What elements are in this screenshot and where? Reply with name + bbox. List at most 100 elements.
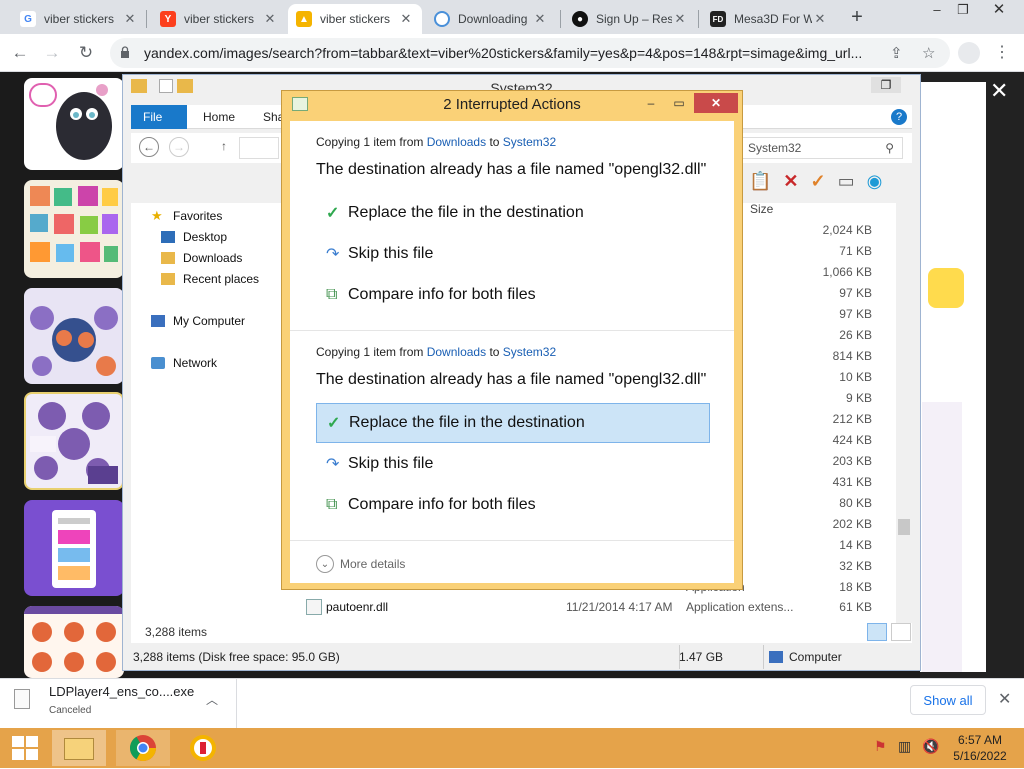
app-taskbar-button[interactable] <box>176 730 230 766</box>
properties-icon[interactable] <box>159 79 173 93</box>
search-input-text: System32 <box>748 141 802 155</box>
status-bar: 3,288 items (Disk free space: 95.0 GB) 1… <box>131 645 912 669</box>
browser-tab-5[interactable]: ● Sign Up – Res ✕ <box>564 4 696 34</box>
more-details-toggle[interactable]: ⌄ More details <box>316 555 405 573</box>
source-link[interactable]: Downloads <box>427 345 486 359</box>
sticker-thumbnail[interactable] <box>24 180 124 278</box>
chevron-up-icon[interactable]: ︿ <box>206 691 218 708</box>
back-icon[interactable]: ← <box>8 41 32 65</box>
source-link[interactable]: Downloads <box>427 135 486 149</box>
close-viewer-icon[interactable]: ✕ <box>990 78 1008 104</box>
nav-desktop[interactable]: Desktop <box>161 230 227 244</box>
close-tab-icon[interactable]: ✕ <box>532 11 548 27</box>
close-shelf-icon[interactable]: ✕ <box>998 689 1011 709</box>
dialog-minimize-icon[interactable]: – <box>638 93 664 113</box>
large-icons-view-icon[interactable] <box>891 623 911 641</box>
windows-start-icon[interactable] <box>12 736 38 760</box>
file-size: 203 KB <box>832 454 872 468</box>
browser-tab-1[interactable]: G viber stickers ✕ <box>12 4 146 34</box>
copy-source-line: Copying 1 item from Downloads to System3… <box>316 135 557 149</box>
url-text: yandex.com/images/search?from=tabbar&tex… <box>144 45 863 61</box>
sticker-thumbnail-selected[interactable] <box>24 392 124 490</box>
file-size: 71 KB <box>839 244 872 258</box>
show-all-button[interactable]: Show all <box>910 685 986 715</box>
volume-muted-icon[interactable]: 🔇 <box>922 738 939 755</box>
address-bar[interactable]: yandex.com/images/search?from=tabbar&tex… <box>110 38 950 68</box>
replace-file-button-selected[interactable]: ✓ Replace the file in the destination <box>316 403 710 443</box>
yandex-search-button[interactable] <box>928 268 964 308</box>
clipboard-icon[interactable]: 📋 <box>749 171 771 192</box>
sticker-thumbnail[interactable] <box>24 500 124 596</box>
globe-icon[interactable]: ◉ <box>867 171 883 192</box>
reload-icon[interactable]: ↻ <box>74 41 98 65</box>
download-filename[interactable]: LDPlayer4_ens_co....exe <box>49 684 194 699</box>
menu-kebab-icon[interactable]: ⋮ <box>994 42 1010 62</box>
help-icon[interactable]: ? <box>891 109 907 125</box>
file-list-scrollbar[interactable] <box>896 203 912 623</box>
sticker-thumbnail[interactable] <box>24 606 124 678</box>
nav-network[interactable]: Network <box>151 356 217 370</box>
tab-home[interactable]: Home <box>191 105 247 129</box>
action-center-flag-icon[interactable]: ⚑ <box>874 738 887 755</box>
nav-favorites[interactable]: ★ Favorites <box>151 209 222 223</box>
network-tray-icon[interactable]: ▥ <box>898 738 911 755</box>
nav-recent-places[interactable]: Recent places <box>161 272 259 286</box>
related-stickers-strip[interactable] <box>922 402 962 672</box>
new-folder-icon[interactable] <box>177 79 193 93</box>
download-status: Canceled <box>49 705 92 716</box>
search-input[interactable]: System32 ⚲ <box>739 137 903 159</box>
new-tab-button[interactable]: + <box>848 6 866 28</box>
replace-file-button[interactable]: ✓ Replace the file in the destination <box>316 193 710 233</box>
restore-window-icon[interactable]: ❐ <box>948 0 978 20</box>
compare-files-button[interactable]: ⧉ Compare info for both files <box>316 485 710 525</box>
scrollbar-thumb[interactable] <box>898 519 910 535</box>
explorer-forward-icon[interactable]: → <box>169 137 189 157</box>
close-window-icon[interactable]: ✕ <box>984 0 1014 20</box>
destination-link[interactable]: System32 <box>503 135 556 149</box>
close-tab-icon[interactable]: ✕ <box>122 11 138 27</box>
delete-icon[interactable]: ✕ <box>783 171 798 192</box>
nav-downloads[interactable]: Downloads <box>161 251 242 265</box>
close-tab-icon[interactable]: ✕ <box>672 11 688 27</box>
destination-link[interactable]: System32 <box>503 345 556 359</box>
rename-icon[interactable]: ▭ <box>838 171 855 192</box>
details-view-icon[interactable] <box>867 623 887 641</box>
sticker-thumbnail[interactable] <box>24 288 124 384</box>
table-row[interactable]: pautoenr.dll 11/21/2014 4:17 AM Applicat… <box>306 597 876 618</box>
dialog-maximize-icon[interactable]: ▭ <box>666 93 692 113</box>
file-size: 202 KB <box>832 517 872 531</box>
share-icon[interactable]: ⇪ <box>890 44 903 62</box>
bookmark-star-icon[interactable]: ☆ <box>922 44 935 62</box>
chrome-taskbar-button[interactable] <box>116 730 170 766</box>
forward-icon[interactable]: → <box>40 41 64 65</box>
file-explorer-taskbar-button[interactable] <box>52 730 106 766</box>
explorer-back-icon[interactable]: ← <box>139 137 159 157</box>
nav-my-computer[interactable]: My Computer <box>151 314 245 328</box>
browser-tab-6[interactable]: FD Mesa3D For W ✕ <box>702 4 836 34</box>
tab-label: viber stickers <box>320 12 391 26</box>
windows-taskbar: ⚑ ▥ 🔇 6:57 AM 5/16/2022 <box>0 728 1024 768</box>
restore-explorer-icon[interactable]: ❐ <box>871 77 901 93</box>
check-icon[interactable]: ✓ <box>811 171 826 192</box>
sticker-thumbnail[interactable] <box>24 78 124 170</box>
browser-tab-4[interactable]: Downloading ✕ <box>426 4 556 34</box>
compare-files-button[interactable]: ⧉ Compare info for both files <box>316 275 710 315</box>
breadcrumb[interactable] <box>239 137 279 159</box>
browser-tab-3-active[interactable]: ▲ viber stickers ✕ <box>288 4 422 34</box>
close-tab-icon[interactable]: ✕ <box>398 11 414 27</box>
tab-file[interactable]: File <box>131 105 187 129</box>
site-icon: ● <box>572 11 588 27</box>
close-tab-icon[interactable]: ✕ <box>812 11 828 27</box>
browser-tab-2[interactable]: Y viber stickers ✕ <box>152 4 286 34</box>
dialog-close-icon[interactable]: ✕ <box>694 93 738 113</box>
app-icon <box>190 735 216 761</box>
file-size: 2,024 KB <box>822 223 872 237</box>
size-column-header[interactable]: Size <box>750 199 773 220</box>
check-icon: ✓ <box>327 415 341 432</box>
profile-avatar[interactable] <box>958 42 980 64</box>
skip-file-button[interactable]: ↷ Skip this file <box>316 234 710 274</box>
up-icon[interactable]: ↑ <box>221 139 227 153</box>
skip-file-button[interactable]: ↷ Skip this file <box>316 444 710 484</box>
system-clock[interactable]: 6:57 AM 5/16/2022 <box>950 732 1010 764</box>
close-tab-icon[interactable]: ✕ <box>262 11 278 27</box>
